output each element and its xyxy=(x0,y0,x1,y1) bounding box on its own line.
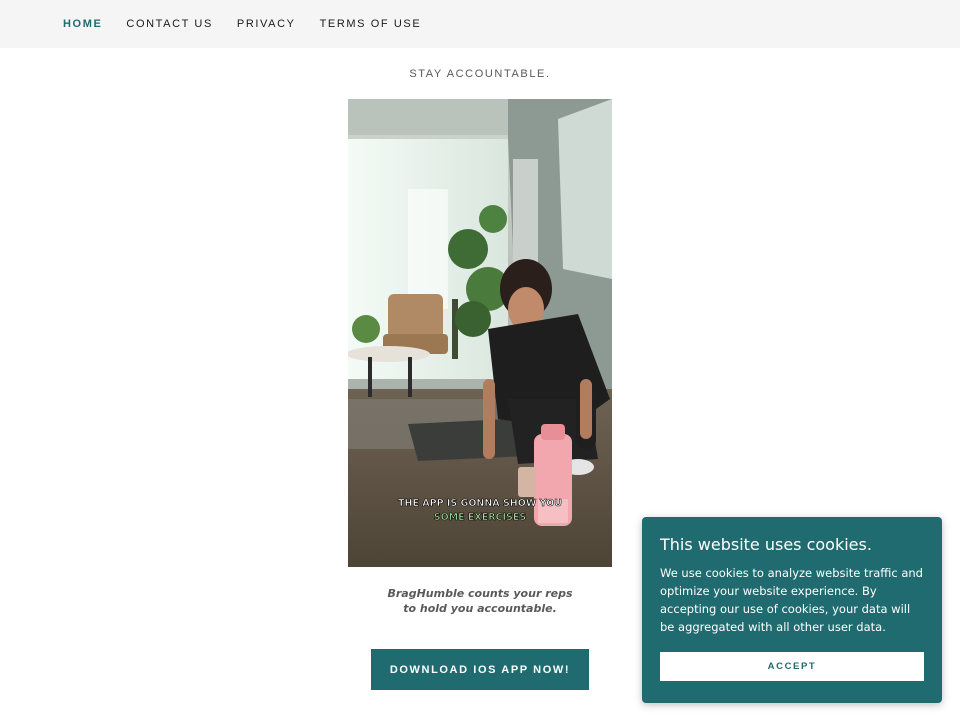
cookie-banner-title: This website uses cookies. xyxy=(660,535,872,554)
promo-video[interactable]: THE APP IS GONNA SHOW YOU SOME EXERCISES xyxy=(348,99,612,567)
video-caption: BragHumble counts your reps to hold you … xyxy=(348,586,612,616)
accept-cookies-button[interactable]: ACCEPT xyxy=(660,652,924,681)
hero-tagline: STAY ACCOUNTABLE. xyxy=(409,68,551,80)
video-subtitle-line1: THE APP IS GONNA SHOW YOU xyxy=(398,498,562,509)
download-ios-app-button[interactable]: DOWNLOAD IOS APP NOW! xyxy=(371,649,589,690)
nav-privacy-link[interactable]: PRIVACY xyxy=(237,0,296,48)
caption-line2: to hold you accountable. xyxy=(403,602,557,615)
video-frame-image: THE APP IS GONNA SHOW YOU SOME EXERCISES xyxy=(348,99,612,567)
caption-line1: BragHumble counts your reps xyxy=(387,587,573,600)
nav-contact-us-link[interactable]: CONTACT US xyxy=(126,0,213,48)
nav-home-link[interactable]: HOME xyxy=(63,0,102,48)
cookie-banner: This website uses cookies. We use cookie… xyxy=(642,517,942,703)
top-navigation: HOME CONTACT US PRIVACY TERMS OF USE xyxy=(0,0,960,48)
cookie-banner-text: We use cookies to analyze website traffi… xyxy=(660,566,923,634)
nav-terms-of-use-link[interactable]: TERMS OF USE xyxy=(320,0,422,48)
video-subtitle-line2: SOME EXERCISES xyxy=(434,512,527,523)
